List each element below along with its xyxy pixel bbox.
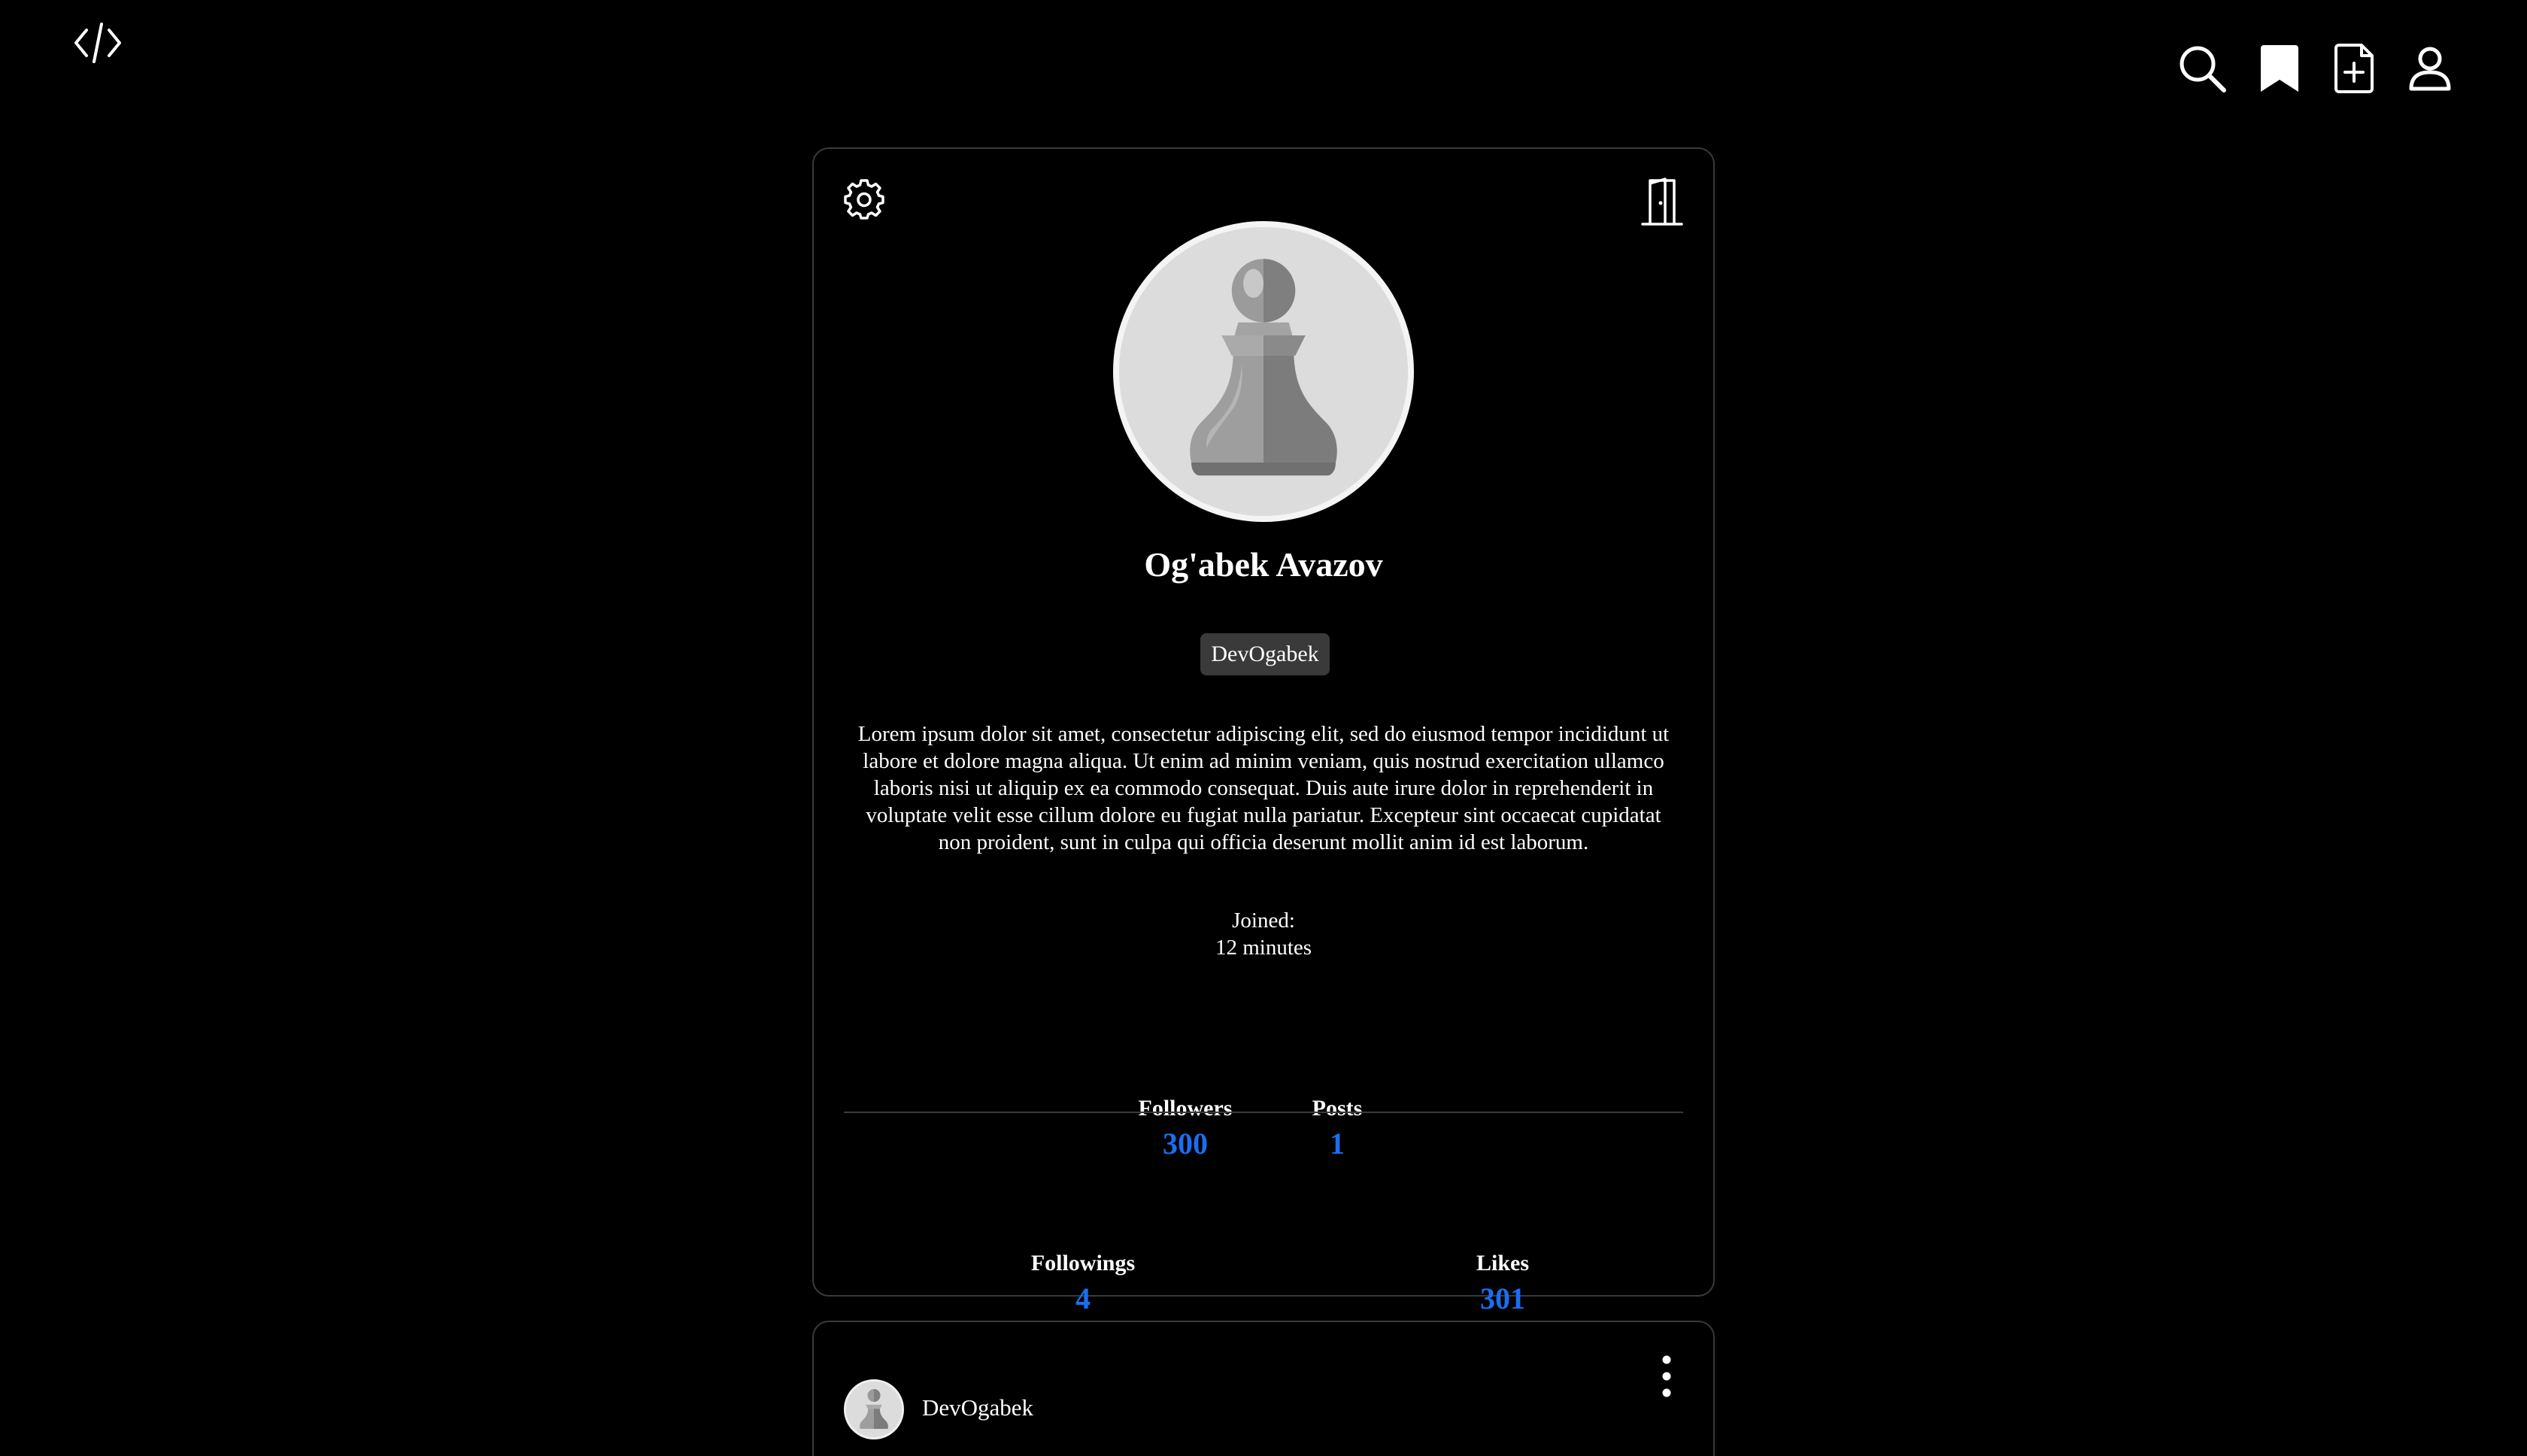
profile-bio: Lorem ipsum dolor sit amet, consectetur … [857, 722, 1670, 854]
followings-label: Followings [1030, 1251, 1136, 1276]
followings-stat[interactable]: Followings 4 [993, 1248, 1173, 1319]
followers-stat[interactable]: Followers 300 [1095, 1094, 1276, 1164]
bookmark-icon[interactable] [2253, 42, 2306, 95]
posts-count: 1 [1330, 1127, 1345, 1160]
post-author[interactable]: DevOgabek [922, 1394, 1033, 1421]
door-icon[interactable] [1640, 177, 1685, 227]
joined-label: Joined: [1232, 908, 1295, 933]
gear-icon[interactable] [844, 179, 884, 220]
likes-stat[interactable]: Likes 301 [1412, 1248, 1593, 1319]
followers-count: 300 [1163, 1127, 1208, 1160]
add-file-icon[interactable] [2328, 42, 2381, 95]
posts-label: Posts [1312, 1096, 1363, 1121]
user-icon[interactable] [2404, 42, 2456, 95]
joined-info: Joined: 12 minutes [814, 907, 1713, 961]
profile-card: Og'abek Avazov DevOgabek Lorem ipsum dol… [812, 147, 1715, 1315]
likes-label: Likes [1476, 1251, 1530, 1276]
chess-pawn-icon [846, 1382, 902, 1437]
chess-pawn-icon [1119, 227, 1408, 516]
joined-value: 12 minutes [1215, 936, 1312, 960]
profile-name: Og'abek Avazov [1144, 545, 1383, 584]
username-badge: DevOgabek [1200, 633, 1330, 675]
followings-count: 4 [1075, 1282, 1091, 1315]
post-avatar[interactable] [844, 1379, 904, 1439]
stats-divider [844, 1112, 1683, 1113]
followers-label: Followers [1138, 1096, 1233, 1121]
code-brackets-icon[interactable] [73, 21, 123, 65]
post-card[interactable]: DevOgabek [812, 1321, 1715, 1456]
search-icon[interactable] [2176, 42, 2228, 95]
likes-count: 301 [1480, 1282, 1525, 1315]
posts-stat[interactable]: Posts 1 [1262, 1094, 1412, 1164]
more-vertical-icon[interactable] [1658, 1354, 1676, 1399]
avatar [1113, 221, 1414, 522]
